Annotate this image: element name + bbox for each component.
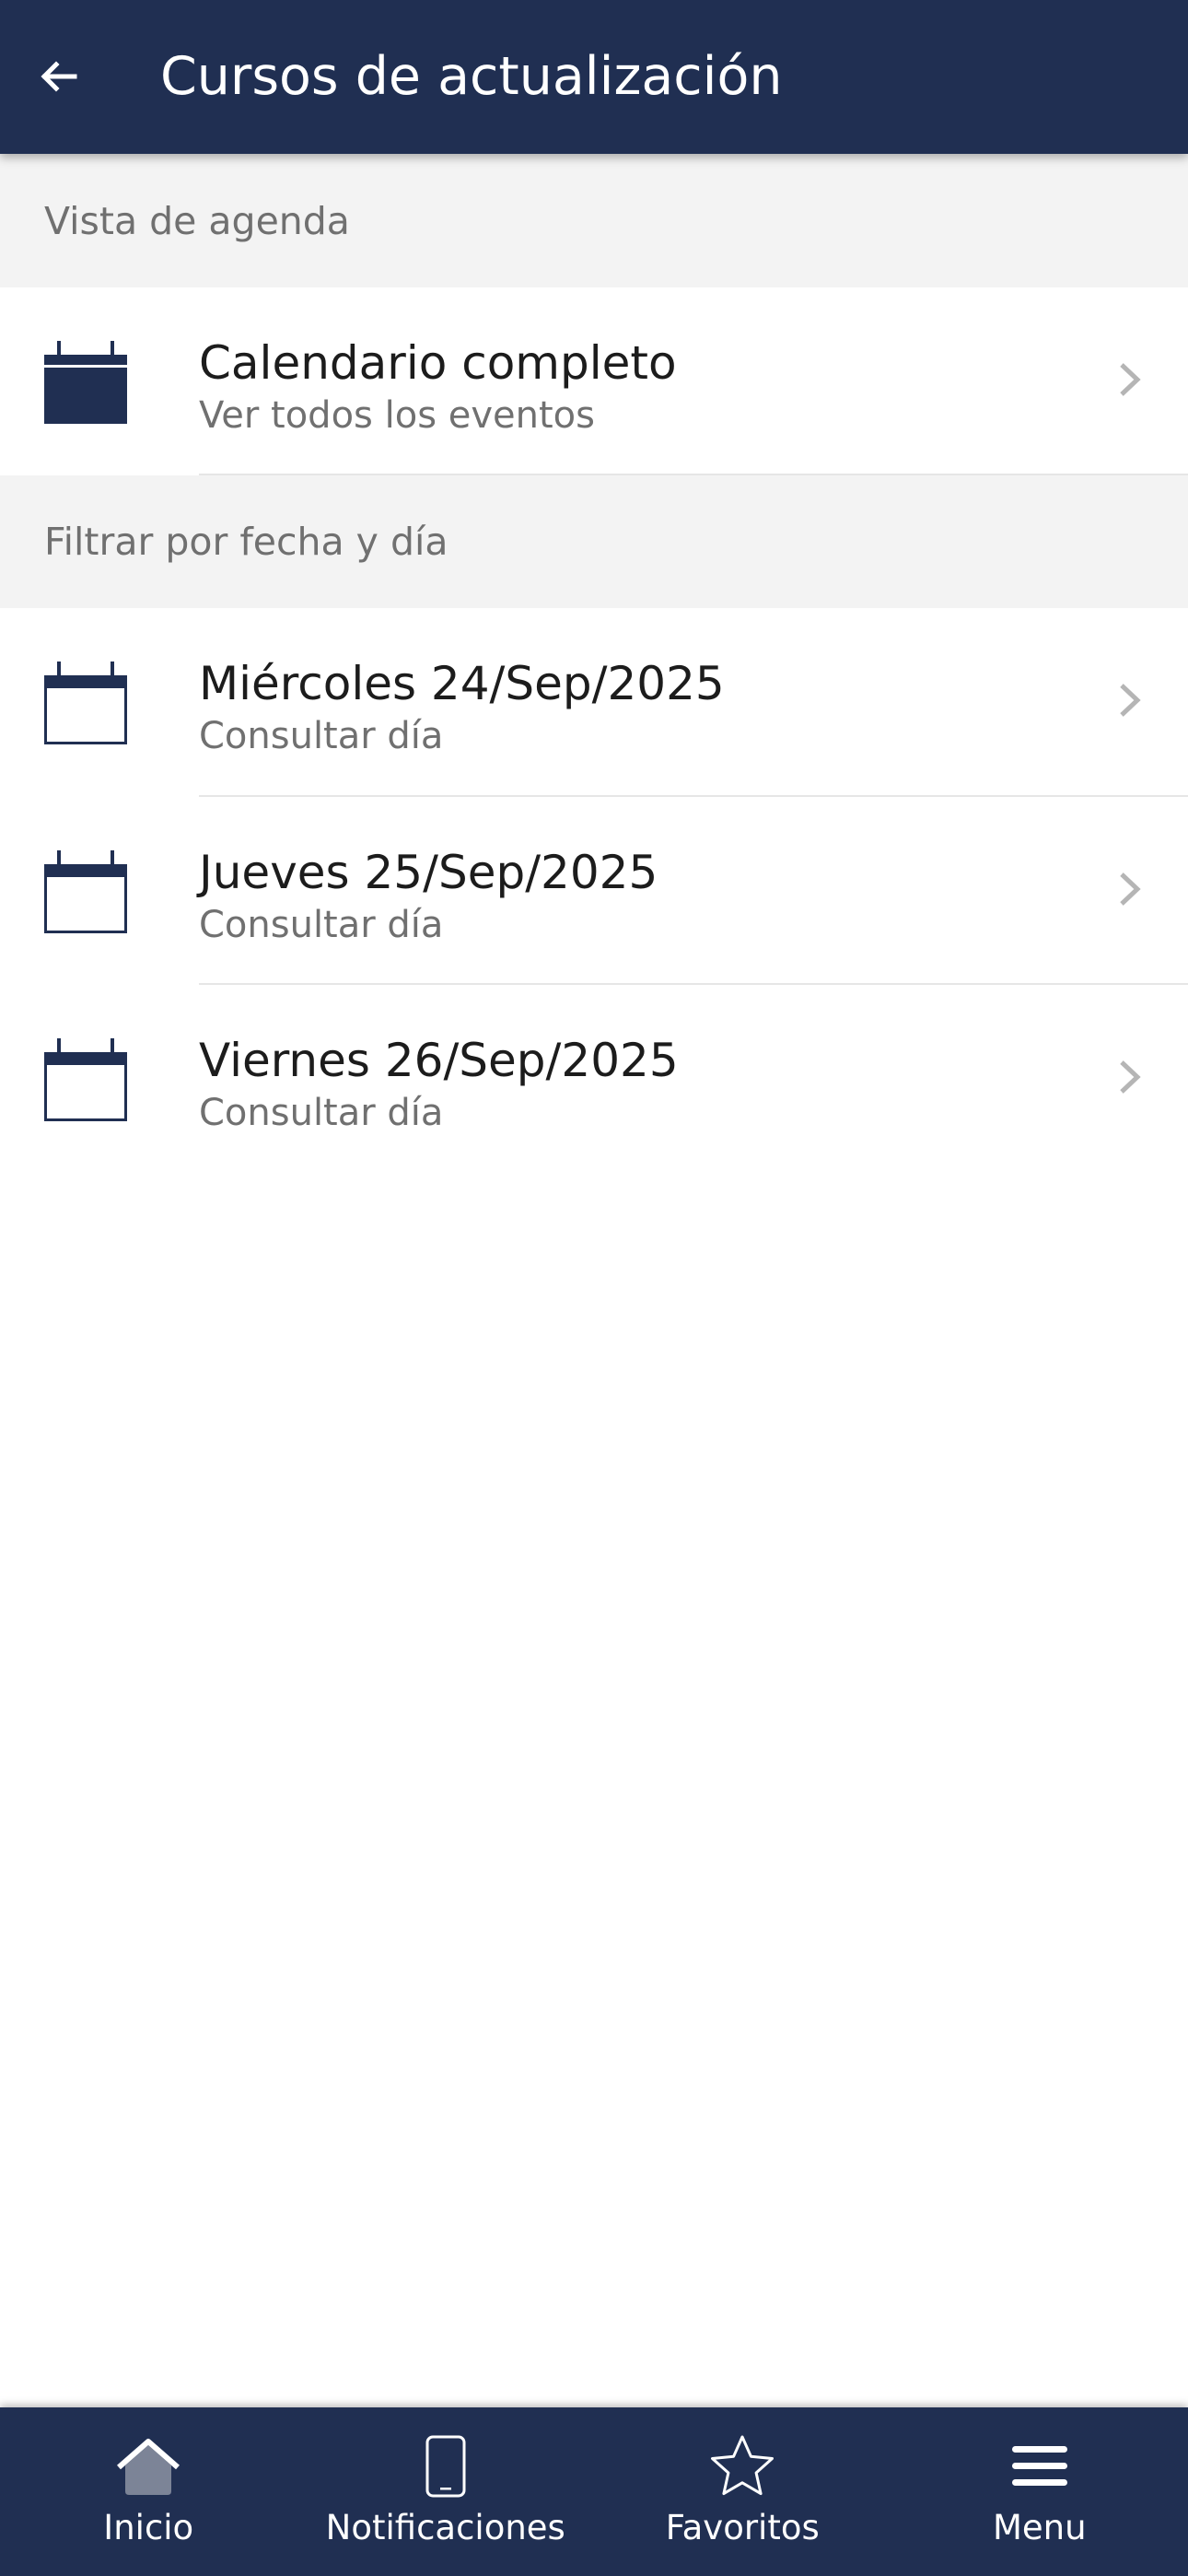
page-title: Cursos de actualización [160,46,783,107]
back-button[interactable] [26,41,90,111]
app-bar: Cursos de actualización [0,0,1188,154]
chevron-right-icon [1120,1060,1141,1094]
calendar-filled-icon [44,341,127,424]
item-subtitle: Consultar día [199,904,444,946]
nav-label: Inicio [103,2508,194,2547]
list-item-day-thursday[interactable]: Jueves 25/Sep/2025 Consultar día [0,797,1188,984]
nav-label: Notificaciones [325,2508,565,2547]
arrow-left-icon [41,61,77,92]
item-title: Viernes 26/Sep/2025 [199,1034,679,1087]
list-item-day-wednesday[interactable]: Miércoles 24/Sep/2025 Consultar día [0,608,1188,795]
item-title: Jueves 25/Sep/2025 [199,846,658,899]
nav-item-notifications[interactable]: Notificaciones [297,2407,595,2576]
item-subtitle: Consultar día [199,1092,444,1134]
star-icon [705,2430,779,2503]
menu-icon [1003,2430,1077,2503]
phone-icon [409,2430,483,2503]
section-header-agenda: Vista de agenda [0,154,1188,287]
item-subtitle: Consultar día [199,715,444,757]
chevron-right-icon [1120,363,1141,396]
calendar-outline-icon [44,850,127,933]
item-title: Calendario completo [199,336,677,390]
chevron-right-icon [1120,872,1141,906]
nav-label: Favoritos [665,2508,820,2547]
nav-label: Menu [992,2508,1087,2547]
chevron-right-icon [1120,684,1141,717]
calendar-outline-icon [44,1038,127,1121]
calendar-outline-icon [44,662,127,744]
nav-item-home[interactable]: Inicio [0,2407,297,2576]
nav-item-favorites[interactable]: Favoritos [594,2407,891,2576]
item-title: Miércoles 24/Sep/2025 [199,657,725,710]
home-icon [111,2430,185,2503]
section-header-filter: Filtrar por fecha y día [0,475,1188,608]
nav-item-menu[interactable]: Menu [891,2407,1188,2576]
list-item-day-friday[interactable]: Viernes 26/Sep/2025 Consultar día [0,985,1188,1172]
list-item-full-calendar[interactable]: Calendario completo Ver todos los evento… [0,287,1188,474]
bottom-navigation: Inicio Notificaciones Favoritos Menu [0,2407,1188,2576]
item-subtitle: Ver todos los eventos [199,394,595,437]
